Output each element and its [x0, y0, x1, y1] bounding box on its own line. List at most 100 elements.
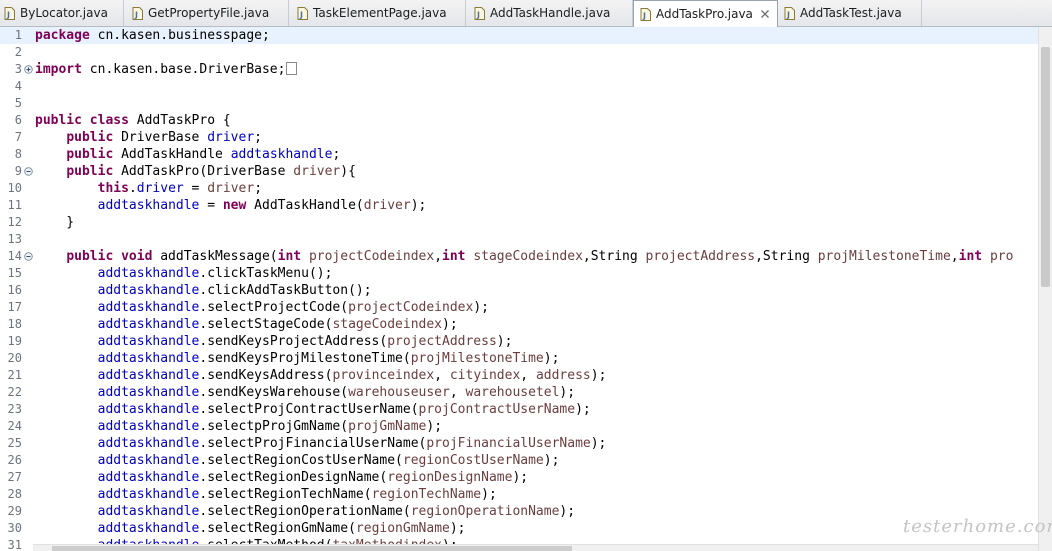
collapse-fold-icon[interactable] [24, 167, 33, 176]
code-token: ); [512, 470, 529, 485]
tab-label: ByLocator.java [20, 6, 108, 20]
code-text: addtaskhandle.selectStageCode(stageCodei… [35, 316, 458, 333]
vertical-scrollbar[interactable] [1038, 27, 1052, 551]
code-token: .clickAddTaskButton(); [199, 283, 372, 298]
line-number: 21 [7, 368, 22, 382]
code-token: addtaskhandle [97, 470, 200, 485]
code-line[interactable]: 20 addtaskhandle.sendKeysProjMilestoneTi… [0, 350, 1052, 367]
code-token: addtaskhandle [97, 283, 200, 298]
code-token: ); [543, 453, 560, 468]
code-token: addtaskhandle [97, 368, 200, 383]
overview-ruler-mark [1042, 210, 1050, 212]
code-line[interactable]: 10 this.driver = driver; [0, 180, 1052, 197]
code-token: AddTaskPro { [128, 113, 231, 128]
line-number: 30 [7, 521, 22, 535]
tab-bylocator[interactable]: J ByLocator.java [0, 0, 124, 26]
tab-addtaskpro[interactable]: J AddTaskPro.java [633, 0, 778, 27]
horizontal-scroll-thumb[interactable] [52, 546, 572, 551]
horizontal-scrollbar[interactable] [33, 544, 1038, 551]
code-line[interactable]: 4 [0, 78, 1052, 95]
folded-imports-marker[interactable] [286, 62, 298, 75]
code-token: this [97, 181, 129, 196]
code-line[interactable]: 29 addtaskhandle.selectRegionOperationNa… [0, 503, 1052, 520]
code-token: driver [363, 198, 411, 213]
code-line[interactable]: 6 public class AddTaskPro { [0, 112, 1052, 129]
line-number: 7 [14, 130, 22, 144]
code-line[interactable]: 7 public DriverBase driver; [0, 129, 1052, 146]
tab-addtasktest[interactable]: J AddTaskTest.java [778, 0, 922, 26]
expand-fold-icon[interactable] [24, 65, 33, 74]
code-token: , [434, 368, 450, 383]
code-token: .sendKeysProjectAddress( [199, 334, 388, 349]
line-number: 15 [7, 266, 22, 280]
code-token: ); [449, 521, 466, 536]
code-token: addtaskhandle [97, 317, 200, 332]
code-token: regionOperationName [410, 504, 560, 519]
code-token: .selectProjContractUserName( [199, 402, 419, 417]
code-line[interactable]: 13 [0, 231, 1052, 248]
code-token: ); [496, 334, 513, 349]
code-token: warehouseuser [348, 385, 450, 400]
code-token: projFinancialUserName [426, 436, 591, 451]
line-number: 27 [7, 470, 22, 484]
code-line[interactable]: 9 public AddTaskPro(DriverBase driver){ [0, 163, 1052, 180]
code-text: addtaskhandle.selectRegionDesignName(reg… [35, 469, 528, 486]
code-line[interactable]: 17 addtaskhandle.selectProjectCode(proje… [0, 299, 1052, 316]
code-token: addtaskhandle [97, 436, 200, 451]
code-token: ,String [582, 249, 646, 264]
code-line[interactable]: 26 addtaskhandle.selectRegionCostUserNam… [0, 452, 1052, 469]
close-tab-icon[interactable] [759, 8, 771, 20]
code-text: addtaskhandle.selectRegionOperationName(… [35, 503, 575, 520]
code-line[interactable]: 28 addtaskhandle.selectRegionTechName(re… [0, 486, 1052, 503]
line-number: 16 [7, 283, 22, 297]
code-line[interactable]: 24 addtaskhandle.selectpProjGmName(projG… [0, 418, 1052, 435]
code-line[interactable]: 21 addtaskhandle.sendKeysAddress(provinc… [0, 367, 1052, 384]
code-line[interactable]: 12 } [0, 214, 1052, 231]
code-line[interactable]: 22 addtaskhandle.sendKeysWarehouse(wareh… [0, 384, 1052, 401]
code-line[interactable]: 18 addtaskhandle.selectStageCode(stageCo… [0, 316, 1052, 333]
code-token: stageCodeindex [473, 249, 583, 264]
tab-addtaskhandle[interactable]: J AddTaskHandle.java [466, 0, 633, 26]
code-text: import cn.kasen.base.DriverBase; [35, 61, 298, 78]
line-number: 23 [7, 402, 22, 416]
code-line[interactable]: 5 [0, 95, 1052, 112]
code-line[interactable]: 1 package cn.kasen.businesspage; [0, 27, 1052, 44]
line-number: 6 [14, 113, 22, 127]
code-token: projectCodeindex [348, 300, 474, 315]
code-line[interactable]: 30 addtaskhandle.selectRegionGmName(regi… [0, 520, 1052, 537]
code-token: import [35, 62, 82, 77]
code-line[interactable]: 25 addtaskhandle.selectProjFinancialUser… [0, 435, 1052, 452]
code-token: addtaskhandle [97, 453, 200, 468]
code-line[interactable]: 2 [0, 44, 1052, 61]
code-line[interactable]: 19 addtaskhandle.sendKeysProjectAddress(… [0, 333, 1052, 350]
vertical-scroll-thumb[interactable] [1041, 47, 1050, 287]
code-line[interactable]: 27 addtaskhandle.selectRegionDesignName(… [0, 469, 1052, 486]
code-token: cn.kasen.base.DriverBase; [81, 62, 286, 77]
line-number: 3 [14, 62, 22, 76]
code-token: , [520, 368, 536, 383]
code-line[interactable]: 3 import cn.kasen.base.DriverBase; [0, 61, 1052, 78]
code-text: addtaskhandle.selectProjFinancialUserNam… [35, 435, 607, 452]
code-line[interactable]: 14 public void addTaskMessage(int projec… [0, 248, 1052, 265]
code-token: addtaskhandle [97, 334, 200, 349]
code-token: , [950, 249, 959, 264]
code-line[interactable]: 8 public AddTaskHandle addtaskhandle; [0, 146, 1052, 163]
overview-ruler-mark [1042, 240, 1050, 242]
tab-taskelementpage[interactable]: J TaskElementPage.java [289, 0, 466, 26]
code-line[interactable]: 23 addtaskhandle.selectProjContractUserN… [0, 401, 1052, 418]
code-line[interactable]: 11 addtaskhandle = new AddTaskHandle(dri… [0, 197, 1052, 214]
collapse-fold-icon[interactable] [24, 252, 33, 261]
code-line[interactable]: 15 addtaskhandle.clickTaskMenu(); [0, 265, 1052, 282]
code-editor[interactable]: 1 package cn.kasen.businesspage; 2 3 import … [0, 27, 1052, 551]
java-file-icon: J [132, 6, 143, 20]
line-number: 28 [7, 487, 22, 501]
code-token: .selectpProjGmName( [199, 419, 349, 434]
code-line[interactable]: 16 addtaskhandle.clickAddTaskButton(); [0, 282, 1052, 299]
java-file-icon: J [640, 7, 651, 21]
code-token: DriverBase [113, 130, 208, 145]
tab-getpropertyfile[interactable]: J GetPropertyFile.java [124, 0, 289, 26]
